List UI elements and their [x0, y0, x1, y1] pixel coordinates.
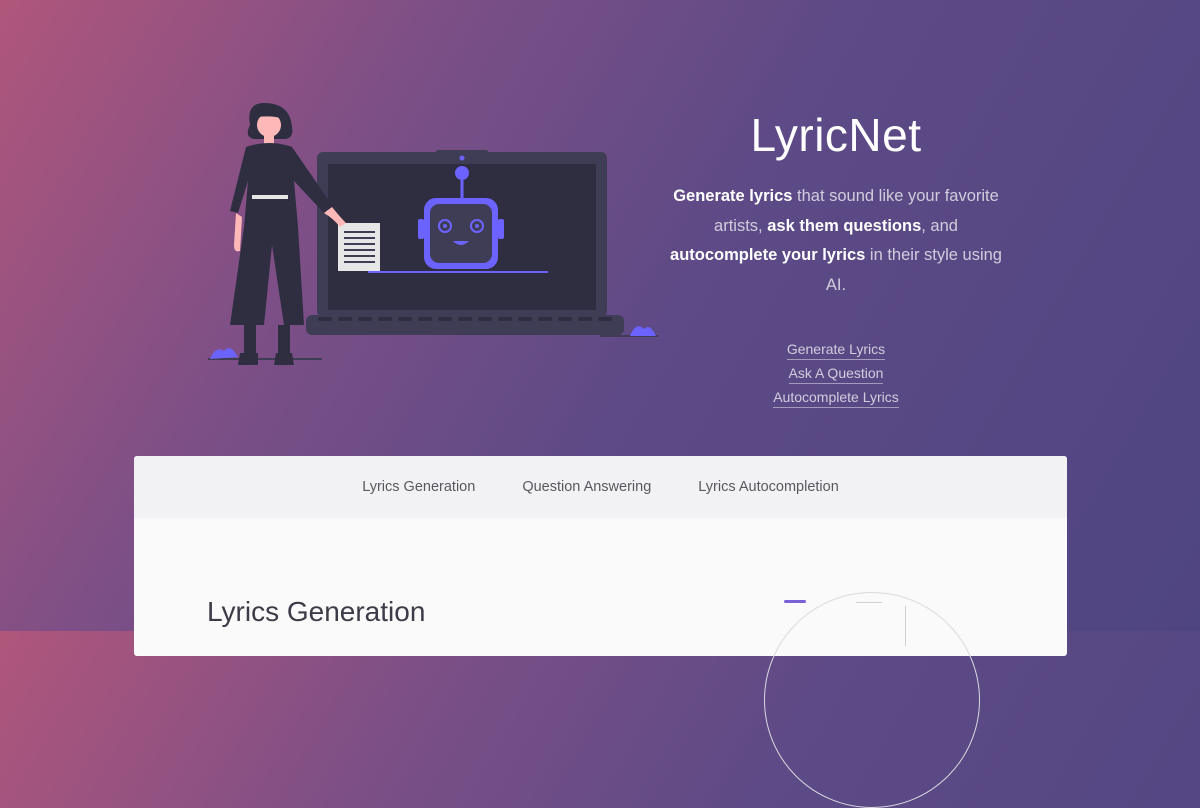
- tab-lyrics-generation[interactable]: Lyrics Generation: [362, 479, 475, 495]
- tagline: Generate lyrics that sound like your fav…: [660, 182, 1012, 300]
- site-title: LyricNet: [750, 109, 922, 161]
- tagline-text-2: , and: [921, 216, 958, 235]
- decorative-accent-bar: [784, 600, 806, 603]
- autocomplete-lyrics-link[interactable]: Autocomplete Lyrics: [773, 389, 899, 408]
- tab-question-answering[interactable]: Question Answering: [522, 479, 651, 495]
- tagline-bold-3: autocomplete your lyrics: [670, 246, 866, 264]
- generate-lyrics-link[interactable]: Generate Lyrics: [786, 341, 886, 360]
- decorative-circle: [764, 592, 980, 808]
- tab-lyrics-autocompletion[interactable]: Lyrics Autocompletion: [698, 479, 839, 495]
- tagline-bold-1: Generate lyrics: [673, 187, 793, 205]
- hero-illustration: [208, 103, 658, 365]
- hero-text: LyricNet Generate lyrics that sound like…: [660, 108, 1012, 408]
- decorative-dash: [856, 602, 882, 603]
- tagline-bold-2: ask them questions: [767, 216, 922, 235]
- hero-links: Generate Lyrics Ask A Question Autocompl…: [660, 341, 1012, 408]
- content-panel: Lyrics Generation Question Answering Lyr…: [134, 456, 1067, 808]
- section-title: Lyrics Generation: [207, 596, 426, 627]
- ask-a-question-link[interactable]: Ask A Question: [788, 365, 884, 384]
- decorative-divider: [905, 606, 906, 646]
- tab-bar: Lyrics Generation Question Answering Lyr…: [134, 456, 1067, 518]
